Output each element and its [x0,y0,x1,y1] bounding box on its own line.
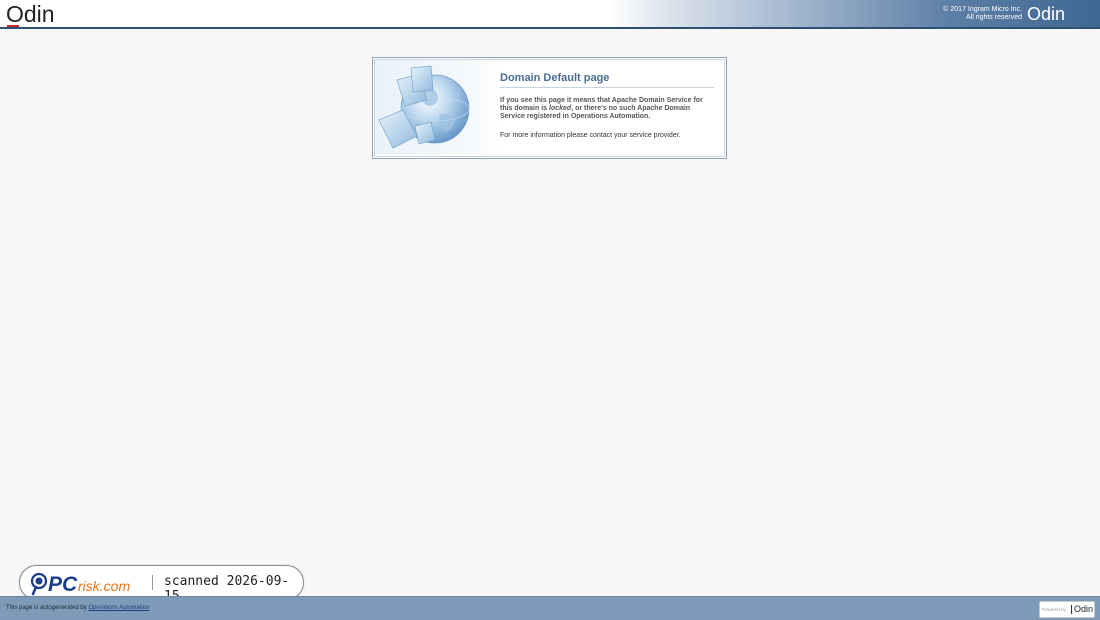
odin-logo-text: Odin [6,1,55,27]
logo-red-underline [7,25,19,27]
operations-automation-link[interactable]: Operations Automation [88,605,149,611]
contact-message: For more information please contact your… [500,132,681,139]
footer-bar: This page is autogenerated by Operations… [0,596,1100,620]
odin-logo-white: Odin [1027,4,1066,24]
copyright-line-2: All rights reserved [965,14,1022,21]
powered-divider [1071,605,1072,614]
page-title: Domain Default page [500,72,714,88]
pcrisk-watermark: PC risk.com scanned 2026-09-15 [19,565,304,604]
copyright-line-1: © 2017 Ingram Micro Inc. [943,6,1022,13]
powered-odin-logo: Odin [1074,604,1094,614]
powered-by-label: Powered by [1042,607,1066,612]
globe-documents-icon [375,60,500,154]
odin-logo: Odin [6,1,55,27]
copyright-notice: © 2017 Ingram Micro Inc. All rights rese… [943,6,1022,22]
header-bar: Odin © 2017 Ingram Micro Inc. All rights… [0,0,1100,29]
pcrisk-logo: PC risk.com [30,572,130,596]
svg-text:risk.com: risk.com [78,578,130,594]
domain-default-panel: Domain Default page If you see this page… [372,57,727,159]
powered-by-badge[interactable]: Powered by Odin [1039,601,1095,618]
svg-text:PC: PC [48,573,78,596]
message-emphasis: locked [549,105,572,112]
footer-prefix: This page is autogenerated by [6,605,89,611]
watermark-separator [152,575,153,590]
footer-text: This page is autogenerated by Operations… [6,605,149,611]
locked-message: If you see this page it means that Apach… [500,97,705,121]
